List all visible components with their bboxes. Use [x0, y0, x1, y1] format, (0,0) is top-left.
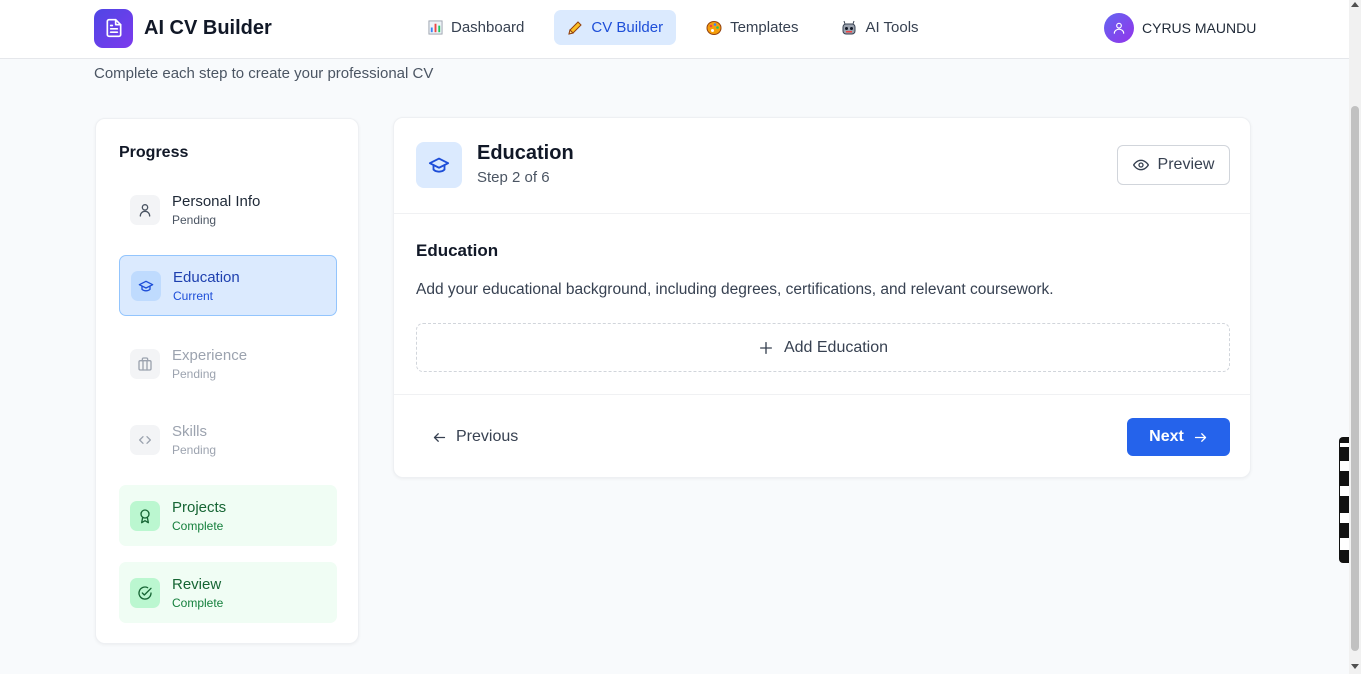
- step-label: Personal Info: [172, 192, 261, 210]
- bar-chart-icon: [427, 20, 443, 36]
- document-icon: [94, 8, 133, 48]
- camera-icon[interactable]: [1340, 461, 1349, 471]
- briefcase-icon: [130, 348, 160, 379]
- step-label: Projects: [172, 498, 227, 516]
- nav-cv-builder-label: CV Builder: [591, 19, 664, 36]
- nav-dashboard[interactable]: Dashboard: [414, 10, 537, 45]
- plus-icon: [758, 340, 774, 356]
- app-title: AI CV Builder: [144, 16, 272, 39]
- previous-label: Previous: [456, 428, 519, 445]
- step-experience[interactable]: Experience Pending: [119, 333, 337, 394]
- user-menu[interactable]: CYRUS MAUNDU: [1104, 12, 1256, 43]
- section-title: Education: [416, 241, 499, 260]
- main-nav: Dashboard CV Builder Templates AI Tools: [414, 10, 949, 45]
- education-card: Education Step 2 of 6 Preview Education …: [393, 117, 1251, 478]
- add-education-label: Add Education: [783, 338, 889, 356]
- scroll-up-arrow[interactable]: [1351, 2, 1359, 7]
- sidebar-title: Progress: [119, 144, 189, 161]
- nav-templates[interactable]: Templates: [693, 10, 811, 45]
- nav-ai-tools-label: AI Tools: [865, 19, 919, 36]
- user-name: CYRUS MAUNDU: [1142, 19, 1257, 36]
- scroll-down-arrow[interactable]: [1351, 664, 1359, 669]
- previous-button[interactable]: Previous: [416, 418, 534, 456]
- check-circle-icon: [130, 577, 160, 608]
- gear-icon[interactable]: [1340, 538, 1349, 550]
- step-personal-info[interactable]: Personal Info Pending: [119, 179, 337, 240]
- pencil-icon: [567, 20, 583, 36]
- step-education[interactable]: Education Current: [119, 255, 337, 316]
- scroll-thumb[interactable]: [1351, 106, 1359, 651]
- video-icon[interactable]: [1340, 486, 1349, 496]
- eye-icon: [1132, 157, 1149, 173]
- graduation-cap-icon: [131, 270, 161, 301]
- palette-icon: [706, 20, 722, 36]
- user-icon: [130, 194, 160, 225]
- link-icon[interactable]: [1340, 443, 1349, 447]
- nav-templates-label: Templates: [730, 19, 799, 36]
- card-header: Education Step 2 of 6 Preview: [394, 118, 1250, 214]
- section-description: Add your educational background, includi…: [416, 281, 1054, 298]
- arrow-left-icon: [432, 430, 447, 445]
- step-status: Current: [173, 288, 214, 303]
- avatar: [1104, 12, 1134, 43]
- award-icon: [130, 500, 160, 531]
- user-icon: [1113, 22, 1125, 34]
- step-label: Skills: [172, 422, 208, 440]
- robot-icon: [841, 20, 857, 36]
- add-education-button[interactable]: Add Education: [416, 323, 1230, 372]
- brand[interactable]: AI CV Builder: [94, 8, 272, 48]
- top-navbar: AI CV Builder Dashboard CV Builder Templ…: [0, 0, 1349, 59]
- graduation-cap-icon: [416, 142, 462, 188]
- preview-button[interactable]: Preview: [1117, 145, 1230, 185]
- step-status: Pending: [172, 442, 217, 457]
- card-title: Education: [477, 142, 574, 164]
- arrow-right-icon: [1193, 430, 1208, 445]
- step-skills[interactable]: Skills Pending: [119, 409, 337, 470]
- next-button[interactable]: Next: [1127, 418, 1230, 456]
- step-status: Complete: [172, 595, 224, 610]
- step-status: Pending: [172, 212, 217, 227]
- card-footer: Previous Next: [394, 394, 1250, 479]
- floating-toolbar[interactable]: [1339, 437, 1349, 563]
- window-icon[interactable]: [1340, 513, 1349, 523]
- next-label: Next: [1149, 428, 1184, 445]
- step-projects[interactable]: Projects Complete: [119, 485, 337, 546]
- step-label: Review: [172, 575, 222, 593]
- page-subtitle: Complete each step to create your profes…: [94, 65, 434, 82]
- code-icon: [130, 424, 160, 455]
- step-label: Experience: [172, 346, 248, 364]
- nav-ai-tools[interactable]: AI Tools: [828, 10, 931, 45]
- progress-sidebar: Progress Personal Info Pending Education…: [95, 118, 359, 644]
- nav-cv-builder[interactable]: CV Builder: [554, 10, 677, 45]
- vertical-scrollbar[interactable]: [1349, 0, 1361, 674]
- step-label: Education: [173, 268, 240, 286]
- step-indicator: Step 2 of 6: [477, 169, 550, 186]
- step-review[interactable]: Review Complete: [119, 562, 337, 623]
- nav-dashboard-label: Dashboard: [451, 19, 525, 36]
- step-status: Complete: [172, 518, 224, 533]
- step-status: Pending: [172, 366, 217, 381]
- preview-label: Preview: [1157, 156, 1215, 173]
